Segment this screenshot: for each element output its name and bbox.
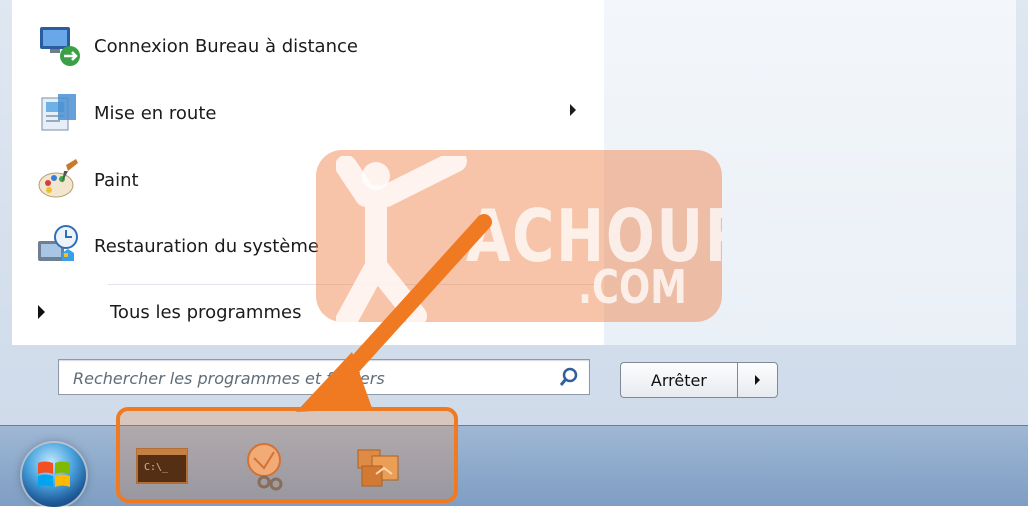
shutdown-options-button[interactable] [736,362,778,398]
search-icon[interactable] [557,365,581,389]
getting-started-icon [32,86,86,140]
program-label: Connexion Bureau à distance [94,35,358,57]
expand-arrow-icon [38,305,45,319]
system-restore-icon [32,219,86,273]
start-button[interactable] [22,443,86,507]
shutdown-button[interactable]: Arrêter [620,362,737,398]
windows-logo-icon [38,461,70,487]
search-input[interactable] [71,360,545,396]
program-label: Mise en route [94,102,217,124]
remote-desktop-icon [32,19,86,73]
chevron-right-icon [754,375,760,385]
shutdown-group: Arrêter [620,362,778,398]
watermark-logo: ACHOURI .COM [316,150,722,322]
watermark-suffix: .COM [578,260,687,314]
program-label: Restauration du système [94,235,319,257]
pinned-icons-highlight [116,407,458,503]
paint-palette-icon [32,153,86,207]
program-getting-started[interactable]: Mise en route [32,86,592,140]
program-remote-desktop[interactable]: Connexion Bureau à distance [32,19,592,73]
program-label: Paint [94,169,139,191]
search-box[interactable] [58,359,590,396]
submenu-arrow-icon[interactable] [570,104,576,116]
all-programs-label: Tous les programmes [110,301,302,323]
jumping-figure-icon [336,156,467,322]
